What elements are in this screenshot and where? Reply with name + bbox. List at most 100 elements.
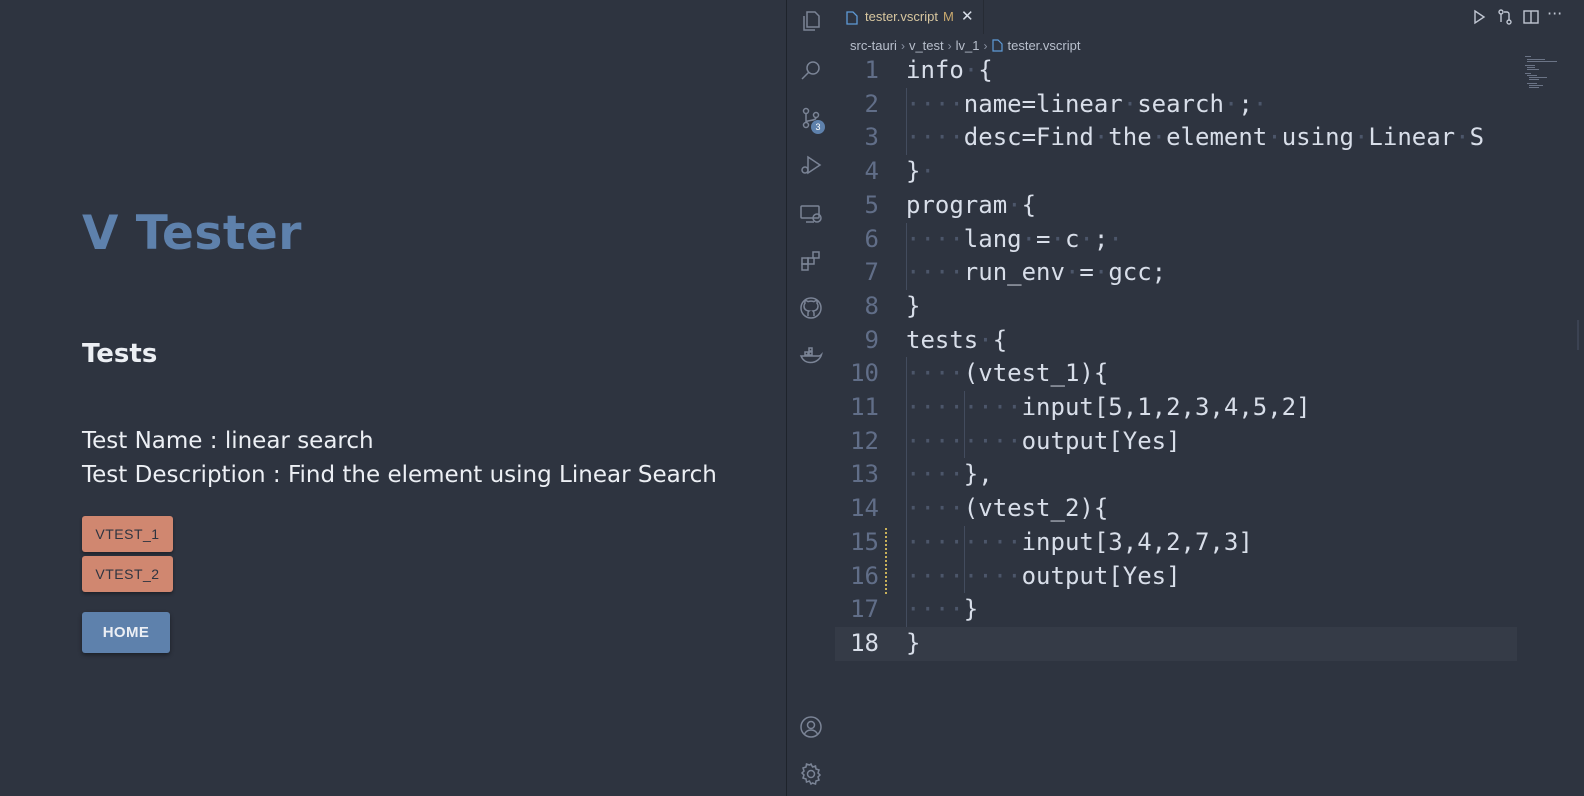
tests-heading: Tests — [82, 339, 158, 369]
code-text: ········input[5,1,2,3,4,5,2] — [906, 393, 1311, 421]
indent-guide — [963, 391, 965, 459]
code-text: ····} — [906, 595, 979, 624]
code-line[interactable]: 18} — [835, 626, 1517, 661]
line-number: 4 — [864, 157, 879, 186]
code-text: } — [906, 291, 921, 320]
line-number: 2 — [864, 89, 879, 118]
github-icon[interactable] — [799, 296, 823, 320]
code-line[interactable]: 13 ····}, — [835, 458, 1517, 492]
breadcrumb-item[interactable]: v_test — [909, 38, 944, 53]
extensions-icon[interactable] — [799, 249, 823, 273]
code-text: program·{ — [906, 190, 1037, 219]
more-actions-icon[interactable]: ··· — [1547, 4, 1562, 23]
code-text: ····desc=Find·the·element·using·Linear·S — [906, 123, 1485, 152]
search-icon[interactable] — [799, 58, 823, 82]
app-title: V Tester — [82, 206, 302, 261]
code-line[interactable]: 8} — [835, 290, 1517, 324]
code-line[interactable]: 17 ····} — [835, 593, 1517, 627]
remote-explorer-icon[interactable] — [799, 202, 823, 226]
indent-guide — [906, 357, 907, 627]
activity-bar: 3 — [787, 0, 835, 796]
line-number: 11 — [850, 393, 879, 421]
line-number: 17 — [850, 595, 879, 624]
code-text: ····(vtest_2){ — [906, 494, 1109, 523]
close-icon[interactable]: ✕ — [961, 7, 974, 25]
code-line[interactable]: 5 program·{ — [835, 189, 1517, 223]
source-control-badge: 3 — [811, 120, 825, 134]
line-number: 5 — [864, 190, 879, 219]
code-text: ····run_env·=·gcc; — [906, 258, 1167, 287]
breadcrumb-item[interactable]: src-tauri — [850, 38, 897, 53]
docker-icon[interactable] — [799, 344, 823, 368]
account-icon[interactable] — [799, 715, 823, 739]
code-text: ····(vtest_1){ — [906, 359, 1109, 388]
line-number: 12 — [850, 426, 879, 455]
code-text: }· — [906, 157, 935, 186]
scrollbar[interactable] — [1577, 320, 1579, 350]
test-description: Test Description : Find the element usin… — [82, 462, 717, 488]
line-number: 9 — [864, 325, 879, 354]
chevron-right-icon: › — [900, 38, 905, 53]
code-line[interactable]: 16 ········output[Yes] — [835, 560, 1517, 594]
code-text: ····}, — [906, 460, 993, 489]
test-name: Test Name : linear search — [82, 428, 374, 454]
line-number: 16 — [850, 561, 879, 590]
vtest-2-button[interactable]: VTEST_2 — [82, 556, 173, 592]
breadcrumb-item[interactable]: tester.vscript — [1008, 38, 1081, 53]
chevron-right-icon: › — [947, 38, 952, 53]
code-text: ········output[Yes] — [906, 561, 1181, 590]
run-icon[interactable] — [1470, 8, 1488, 26]
line-number: 14 — [850, 494, 879, 523]
line-number: 10 — [850, 359, 879, 388]
line-number: 18 — [850, 628, 879, 657]
code-text: ········output[Yes] — [906, 426, 1181, 455]
settings-gear-icon[interactable] — [799, 762, 823, 786]
modified-indicator: M — [943, 9, 954, 24]
minimap[interactable] — [1523, 54, 1575, 94]
chevron-right-icon: › — [983, 38, 988, 53]
code-editor: tester.vscript M ✕ ··· src-tauri › v_test ›… — [835, 0, 1584, 796]
explorer-icon[interactable] — [799, 9, 823, 33]
code-line[interactable]: 15 ········input[3,4,2,7,3] — [835, 526, 1517, 560]
code-area[interactable]: 1 info·{ 2 ····name=linear·search·;· 3 ····de… — [835, 54, 1525, 796]
code-text: tests·{ — [906, 325, 1008, 354]
file-icon — [991, 39, 1003, 52]
breadcrumb-item[interactable]: lv_1 — [956, 38, 980, 53]
code-line[interactable]: 12 ········output[Yes] — [835, 425, 1517, 459]
line-number: 6 — [864, 224, 879, 253]
code-line[interactable]: 11 ········input[5,1,2,3,4,5,2] — [835, 391, 1517, 425]
gutter-change-marker — [885, 528, 887, 594]
run-debug-icon[interactable] — [799, 153, 823, 177]
code-line[interactable]: 9 tests·{ — [835, 324, 1517, 358]
code-text: } — [906, 628, 921, 657]
split-editor-icon[interactable] — [1522, 8, 1540, 26]
code-line[interactable]: 2 ····name=linear·search·;· — [835, 88, 1517, 122]
code-line[interactable]: 14 ····(vtest_2){ — [835, 492, 1517, 526]
indent-guide — [906, 87, 907, 156]
line-number: 7 — [864, 258, 879, 287]
code-text: ····lang·=·c·;· — [906, 224, 1123, 253]
code-line[interactable]: 3 ····desc=Find·the·element·using·Linear·… — [835, 121, 1517, 155]
tab-bar: tester.vscript M ✕ ··· — [835, 0, 1584, 34]
line-number: 8 — [864, 291, 879, 320]
code-line[interactable]: 7 ····run_env·=·gcc; — [835, 256, 1517, 290]
code-line[interactable]: 6 ····lang·=·c·;· — [835, 223, 1517, 257]
code-text: info·{ — [906, 56, 993, 84]
tab-label: tester.vscript — [865, 9, 938, 24]
line-number: 15 — [850, 527, 879, 556]
code-text: ····name=linear·search·;· — [906, 89, 1268, 118]
line-number: 1 — [864, 56, 879, 84]
code-line[interactable]: 10 ····(vtest_1){ — [835, 357, 1517, 391]
home-button[interactable]: HOME — [82, 612, 170, 653]
line-number: 3 — [864, 123, 879, 152]
file-icon — [846, 10, 858, 25]
v-tester-app: V Tester Tests Test Name : linear search… — [0, 0, 795, 796]
vtest-1-button[interactable]: VTEST_1 — [82, 516, 173, 552]
code-line[interactable]: 1 info·{ — [835, 54, 1517, 88]
code-text: ········input[3,4,2,7,3] — [906, 527, 1253, 556]
indent-guide — [906, 222, 907, 290]
tab-tester-vscript[interactable]: tester.vscript M ✕ — [835, 0, 984, 34]
code-line[interactable]: 4 }· — [835, 155, 1517, 189]
line-number: 13 — [850, 460, 879, 489]
open-changes-icon[interactable] — [1496, 8, 1514, 26]
